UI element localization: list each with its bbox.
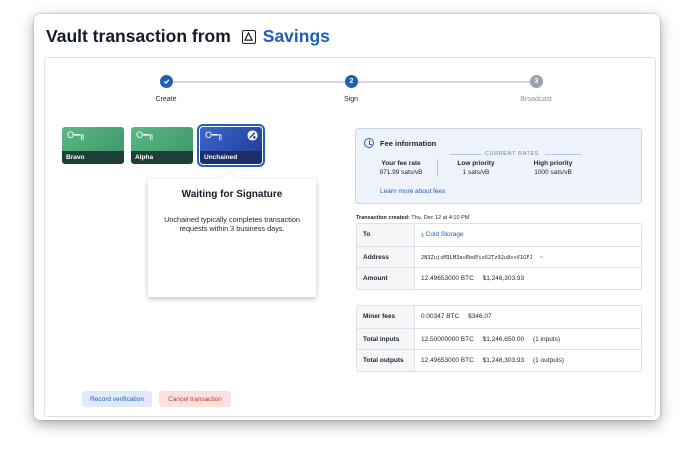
key-icon: O━╖ bbox=[67, 131, 85, 141]
rate-divider bbox=[437, 159, 438, 177]
total-inputs-value: 12.50000000 BTC $1,246,650.00 (1 inputs) bbox=[415, 329, 641, 350]
step-sign-label: Sign bbox=[343, 96, 358, 103]
total-outputs-value: 12.49653000 BTC $1,246,303.93 (1 outputs… bbox=[415, 350, 641, 371]
key-icon: O━╖ bbox=[136, 131, 154, 141]
vault-name-link[interactable]: Savings bbox=[263, 26, 330, 47]
key-tile-bravo[interactable]: O━╖ Bravo bbox=[62, 127, 124, 164]
page-title-text: Vault transaction from bbox=[46, 26, 231, 46]
learn-more-fees-link[interactable]: Learn more about fees bbox=[380, 188, 445, 195]
address-label: Address bbox=[357, 246, 415, 267]
total-inputs-count: (1 inputs) bbox=[532, 335, 561, 343]
key-name: Alpha bbox=[131, 151, 193, 164]
miner-fees-value: 0.00347 BTC $346.07 bbox=[415, 306, 641, 328]
fee-summary-table: Miner fees 0.00347 BTC $346.07 Total inp… bbox=[356, 305, 642, 372]
rates-rule-right bbox=[545, 154, 581, 155]
key-tile-alpha[interactable]: O━╖ Alpha bbox=[131, 127, 193, 164]
fee-title: Fee information bbox=[380, 139, 437, 148]
miner-fees-btc: 0.00347 BTC bbox=[421, 313, 460, 320]
total-outputs-count: (1 outputs) bbox=[532, 357, 565, 364]
clock-icon bbox=[364, 138, 374, 148]
record-verification-button[interactable]: Record verification bbox=[82, 391, 152, 407]
table-row: Address 2N3ZujxM3LM3avRbdPix62Tz92u8xvV1… bbox=[357, 245, 641, 268]
popover-body: Unchained typically completes transactio… bbox=[164, 215, 300, 233]
address-text: 2N3ZujxM3LM3avRbdPix62Tz92u8xvV1GFJ bbox=[421, 254, 533, 261]
transaction-created-value: Thu, Dec 12 at 4:10 PM bbox=[411, 215, 470, 221]
your-fee-rate-label: Your fee rate bbox=[381, 160, 421, 167]
waiting-signature-popover: Waiting for Signature Unchained typicall… bbox=[148, 171, 316, 297]
high-priority-rate: High priority 1000 sats/vB bbox=[518, 160, 588, 176]
unchained-logo-icon bbox=[247, 130, 258, 141]
key-name: Unchained bbox=[200, 151, 262, 164]
total-inputs-usd: $1,246,650.00 bbox=[482, 335, 525, 343]
to-value[interactable]: ⤓ Cold Storage bbox=[415, 224, 641, 246]
stepper-line-1 bbox=[167, 81, 351, 83]
low-priority-label: Low priority bbox=[457, 160, 495, 167]
low-priority-value: 1 sats/vB bbox=[462, 169, 490, 176]
popover-arrow bbox=[221, 171, 237, 187]
transaction-created: Transaction created: Thu, Dec 12 at 4:10… bbox=[356, 215, 469, 221]
cancel-transaction-button[interactable]: Cancel transaction bbox=[159, 391, 231, 407]
total-outputs-usd: $1,246,303.93 bbox=[482, 357, 525, 364]
vault-icon bbox=[241, 29, 256, 44]
address-value: 2N3ZujxM3LM3avRbdPix62Tz92u8xvV1GFJ ⌕ bbox=[415, 247, 641, 268]
amount-label: Amount bbox=[357, 268, 415, 289]
amount-usd: $1,246,303.93 bbox=[482, 275, 525, 282]
download-icon: ⤓ bbox=[421, 231, 424, 238]
popover-title: Waiting for Signature bbox=[181, 189, 283, 200]
amount-btc: 12.49653000 BTC bbox=[421, 275, 474, 282]
table-row: Total outputs 12.49653000 BTC $1,246,303… bbox=[357, 349, 641, 371]
your-fee-rate: Your fee rate 971.99 sats/vB bbox=[366, 160, 436, 176]
miner-fees-label: Miner fees bbox=[357, 306, 415, 328]
transaction-card: Create 2 Sign 3 Broadcast O━╖ Bravo O━╖ … bbox=[44, 57, 656, 417]
step-create-check-icon bbox=[160, 75, 173, 88]
table-row: To ⤓ Cold Storage bbox=[357, 224, 641, 246]
table-row: Miner fees 0.00347 BTC $346.07 bbox=[357, 306, 641, 328]
your-fee-rate-value: 971.99 sats/vB bbox=[379, 169, 423, 176]
transaction-created-label: Transaction created: bbox=[356, 215, 410, 221]
total-inputs-label: Total inputs bbox=[357, 328, 415, 349]
step-broadcast-number: 3 bbox=[530, 75, 543, 88]
high-priority-value: 1000 sats/vB bbox=[534, 169, 572, 176]
key-tile-unchained[interactable]: O━╖ Unchained bbox=[197, 124, 265, 167]
high-priority-label: High priority bbox=[533, 160, 573, 167]
step-create-label: Create bbox=[155, 96, 177, 103]
miner-fees-usd: $346.07 bbox=[468, 313, 492, 320]
key-name: Bravo bbox=[62, 151, 124, 164]
to-label: To bbox=[357, 224, 415, 246]
to-wallet-link[interactable]: Cold Storage bbox=[426, 231, 464, 238]
total-outputs-btc: 12.49653000 BTC bbox=[421, 357, 474, 364]
table-row: Total inputs 12.50000000 BTC $1,246,650.… bbox=[357, 327, 641, 350]
search-icon[interactable]: ⌕ bbox=[540, 255, 543, 261]
key-icon: O━╖ bbox=[205, 131, 223, 141]
table-row: Amount 12.49653000 BTC $1,246,303.93 bbox=[357, 267, 641, 289]
window: Vault transaction from Savings Create 2 … bbox=[34, 14, 660, 420]
amount-value: 12.49653000 BTC $1,246,303.93 bbox=[415, 268, 641, 289]
step-broadcast-label: Broadcast bbox=[520, 96, 552, 103]
transaction-details-table: To ⤓ Cold Storage Address 2N3ZujxM3LM3av… bbox=[356, 223, 642, 290]
page-title: Vault transaction from Savings bbox=[46, 26, 330, 47]
total-outputs-label: Total outputs bbox=[357, 350, 415, 371]
low-priority-rate: Low priority 1 sats/vB bbox=[441, 160, 511, 176]
stepper-line-2 bbox=[357, 81, 541, 83]
current-rates-label: CURRENT RATES bbox=[485, 151, 540, 157]
fee-information-panel: Fee information CURRENT RATES Your fee r… bbox=[355, 128, 642, 204]
total-inputs-btc: 12.50000000 BTC bbox=[421, 335, 474, 343]
step-sign-number: 2 bbox=[345, 75, 358, 88]
rates-rule-left bbox=[450, 154, 481, 155]
